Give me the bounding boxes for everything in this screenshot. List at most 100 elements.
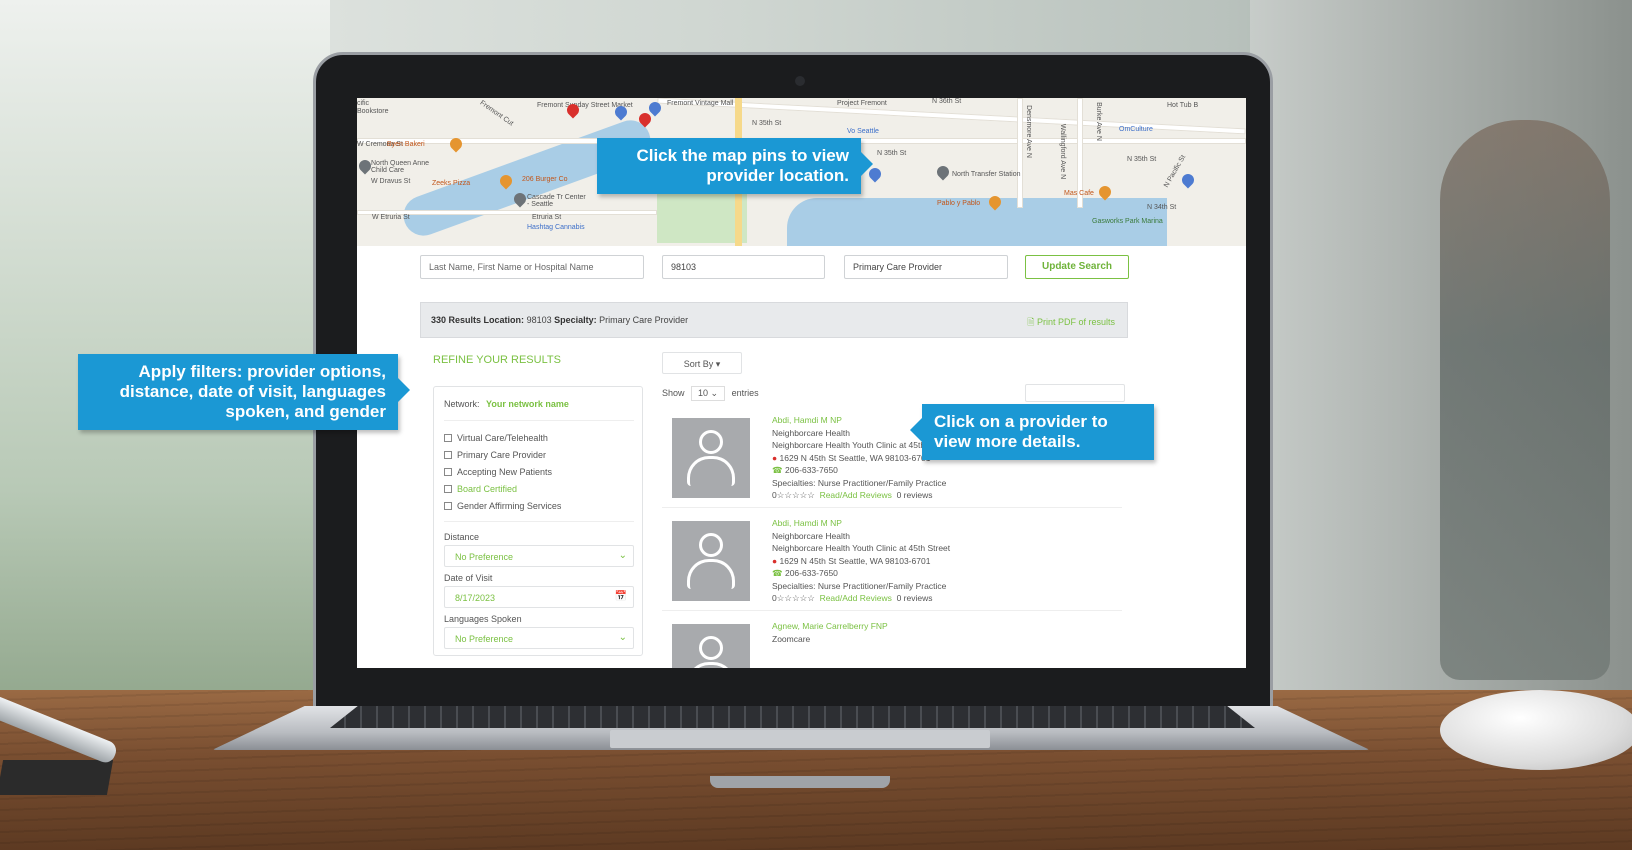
distance-select[interactable]: No Preference ⌄ [444, 545, 634, 567]
provider-phone: 206-633-7650 [784, 465, 838, 475]
map-label: Gasworks Park Marina [1092, 218, 1163, 225]
specialty-label: Specialty: [554, 315, 597, 325]
filter-accepting-new[interactable]: Accepting New Patients [444, 467, 552, 477]
map-label: cific [357, 100, 370, 107]
show-label: Show [662, 388, 685, 398]
location-label: Location: [483, 315, 525, 325]
rating-stars: 0☆☆☆☆☆ [772, 593, 815, 603]
map-pin-icon[interactable] [934, 163, 952, 181]
map-label: N 35th St [752, 120, 782, 127]
checkbox-icon[interactable] [444, 468, 452, 476]
provider-org: Zoomcare [772, 633, 811, 644]
filter-primary-care[interactable]: Primary Care Provider [444, 450, 546, 460]
entries-select[interactable]: 10 ⌄ [691, 386, 726, 401]
provider-specialties: Specialties: Nurse Practitioner/Family P… [772, 580, 947, 591]
map-label: Densmore Ave N [1024, 105, 1032, 158]
reviews-count: 0 reviews [896, 490, 933, 500]
checkbox-icon[interactable] [444, 485, 452, 493]
languages-label: Languages Spoken [444, 614, 522, 624]
map-label: W Dravus St [371, 178, 411, 185]
reviews-link[interactable]: Read/Add Reviews [820, 593, 892, 603]
map-label: Pablo y Pablo [937, 200, 981, 207]
computer-mouse [1440, 690, 1632, 770]
provider-card[interactable]: Agnew, Marie Carrelberry FNP Zoomcare [662, 616, 1122, 668]
languages-select[interactable]: No Preference ⌄ [444, 627, 634, 649]
map-label: Fremont Vintage Mall [667, 100, 734, 107]
provider-callout: Click on a provider to view more details… [910, 404, 1154, 460]
provider-specialties: Specialties: Nurse Practitioner/Family P… [772, 477, 947, 488]
table-search-input[interactable] [1025, 384, 1125, 402]
background-person [1440, 120, 1610, 680]
phone-icon: ☎ [772, 568, 783, 578]
location-value: 98103 [526, 315, 552, 325]
checkbox-label: Primary Care Provider [457, 450, 547, 460]
map-label: Cascade Tr Center - Seattle [527, 194, 586, 208]
distance-label: Distance [444, 532, 480, 542]
date-value: 8/17/2023 [455, 593, 496, 603]
laptop-notch [710, 776, 890, 788]
entries-value: 10 [698, 388, 709, 398]
provider-card[interactable]: Abdi, Hamdi M NP Neighborcare Health Nei… [662, 513, 1122, 611]
webcam [795, 76, 805, 86]
location-pin-icon: ● [772, 452, 778, 463]
keyboard [330, 706, 1255, 728]
provider-phone: 206-633-7650 [784, 568, 838, 578]
sort-by-dropdown[interactable]: Sort By ▾ [662, 352, 742, 374]
network-row: Network: Your network name [444, 399, 569, 409]
map-label: Hot Tub B [1167, 102, 1199, 109]
divider [444, 521, 634, 522]
map-label: Burke Ave N [1094, 102, 1102, 141]
provider-org: Neighborcare Health [772, 530, 850, 541]
checkbox-label: Board Certified [457, 484, 518, 494]
zip-input[interactable]: 98103 [662, 255, 825, 279]
languages-value: No Preference [455, 634, 514, 644]
refine-results-title: REFINE YOUR RESULTS [433, 354, 561, 366]
map-label: North Queen Anne Child Care [371, 160, 429, 174]
provider-name-input[interactable]: Last Name, First Name or Hospital Name [420, 255, 644, 279]
reviews-link[interactable]: Read/Add Reviews [820, 490, 892, 500]
background-window-left [0, 0, 330, 700]
location-pin-icon: ● [772, 555, 778, 566]
entries-control: Show 10 ⌄ entries [662, 386, 759, 401]
map-park [657, 193, 747, 243]
map-label: N 35th St [1127, 156, 1157, 163]
checkbox-label: Accepting New Patients [457, 467, 553, 477]
map-label: Bookstore [357, 108, 389, 115]
map-label: North Transfer Station [952, 171, 1021, 178]
map-label: Wallingford Ave N [1059, 123, 1067, 180]
filter-board-certified[interactable]: Board Certified [444, 484, 517, 494]
calendar-icon[interactable]: 📅 [615, 591, 627, 602]
map-label: Vo Seattle [847, 128, 879, 135]
checkbox-label: Gender Affirming Services [457, 501, 562, 511]
date-of-visit-input[interactable]: 8/17/2023 📅 [444, 586, 634, 608]
network-value: Your network name [486, 399, 569, 409]
filter-virtual-care[interactable]: Virtual Care/Telehealth [444, 433, 548, 443]
filter-gender-affirming[interactable]: Gender Affirming Services [444, 501, 561, 511]
rating-stars: 0☆☆☆☆☆ [772, 490, 815, 500]
provider-name[interactable]: Agnew, Marie Carrelberry FNP [772, 620, 888, 633]
network-label: Network: [444, 399, 480, 409]
print-pdf-link[interactable]: 🗎 Print PDF of results [1027, 315, 1115, 331]
provider-clinic: Neighborcare Health Youth Clinic at 45th… [772, 543, 951, 553]
chevron-down-icon: ⌄ [618, 550, 627, 561]
map-label: Zeeks Pizza [432, 180, 471, 187]
provider-address: 1629 N 45th St Seattle, WA 98103-6701 [779, 555, 931, 566]
provider-name[interactable]: Abdi, Hamdi M NP [772, 517, 950, 530]
map-pin-icon[interactable] [1179, 171, 1197, 189]
results-count: 330 Results [431, 315, 482, 325]
filters-callout: Apply filters: provider options, distanc… [78, 354, 410, 430]
specialty-input[interactable]: Primary Care Provider [844, 255, 1008, 279]
specialty-value: Primary Care Provider [599, 315, 689, 325]
checkbox-icon[interactable] [444, 451, 452, 459]
map-label: N 36th St [932, 98, 962, 105]
checkbox-label: Virtual Care/Telehealth [457, 433, 548, 443]
update-search-button[interactable]: Update Search [1025, 255, 1129, 279]
checkbox-icon[interactable] [444, 502, 452, 510]
map-label: Hashtag Cannabis [527, 224, 585, 231]
entries-label: entries [731, 388, 759, 398]
chevron-down-icon: ⌄ [618, 632, 627, 643]
notebook [0, 760, 114, 795]
checkbox-icon[interactable] [444, 434, 452, 442]
trackpad [610, 730, 990, 748]
provider-address: 1629 N 45th St Seattle, WA 98103-6701 [779, 452, 931, 463]
